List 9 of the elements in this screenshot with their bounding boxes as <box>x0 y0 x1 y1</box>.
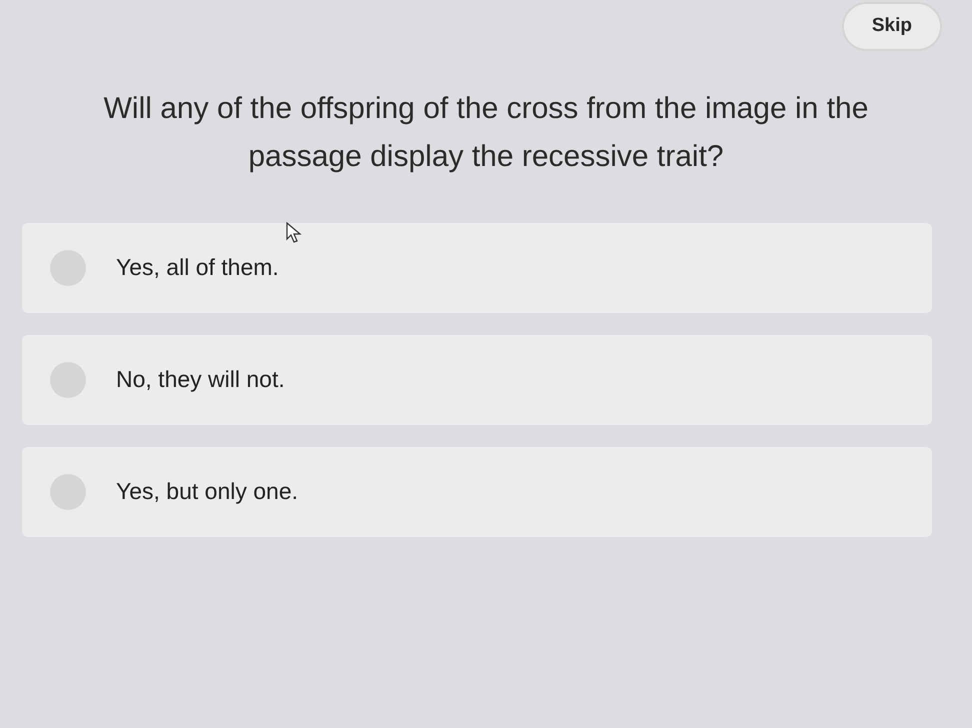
answer-option[interactable]: Yes, all of them. <box>22 222 932 312</box>
question-text: Will any of the offspring of the cross from the image in the passage display the recessive trait? <box>102 90 870 174</box>
answer-option[interactable]: No, they will not. <box>22 334 932 424</box>
option-label: Yes, all of them. <box>116 253 279 282</box>
skip-button[interactable]: Skip <box>842 2 942 50</box>
pointer-icon <box>286 222 302 244</box>
answer-option[interactable]: Yes, but only one. <box>22 446 932 536</box>
option-label: Yes, but only one. <box>116 477 298 506</box>
option-label: No, they will not. <box>116 365 285 394</box>
